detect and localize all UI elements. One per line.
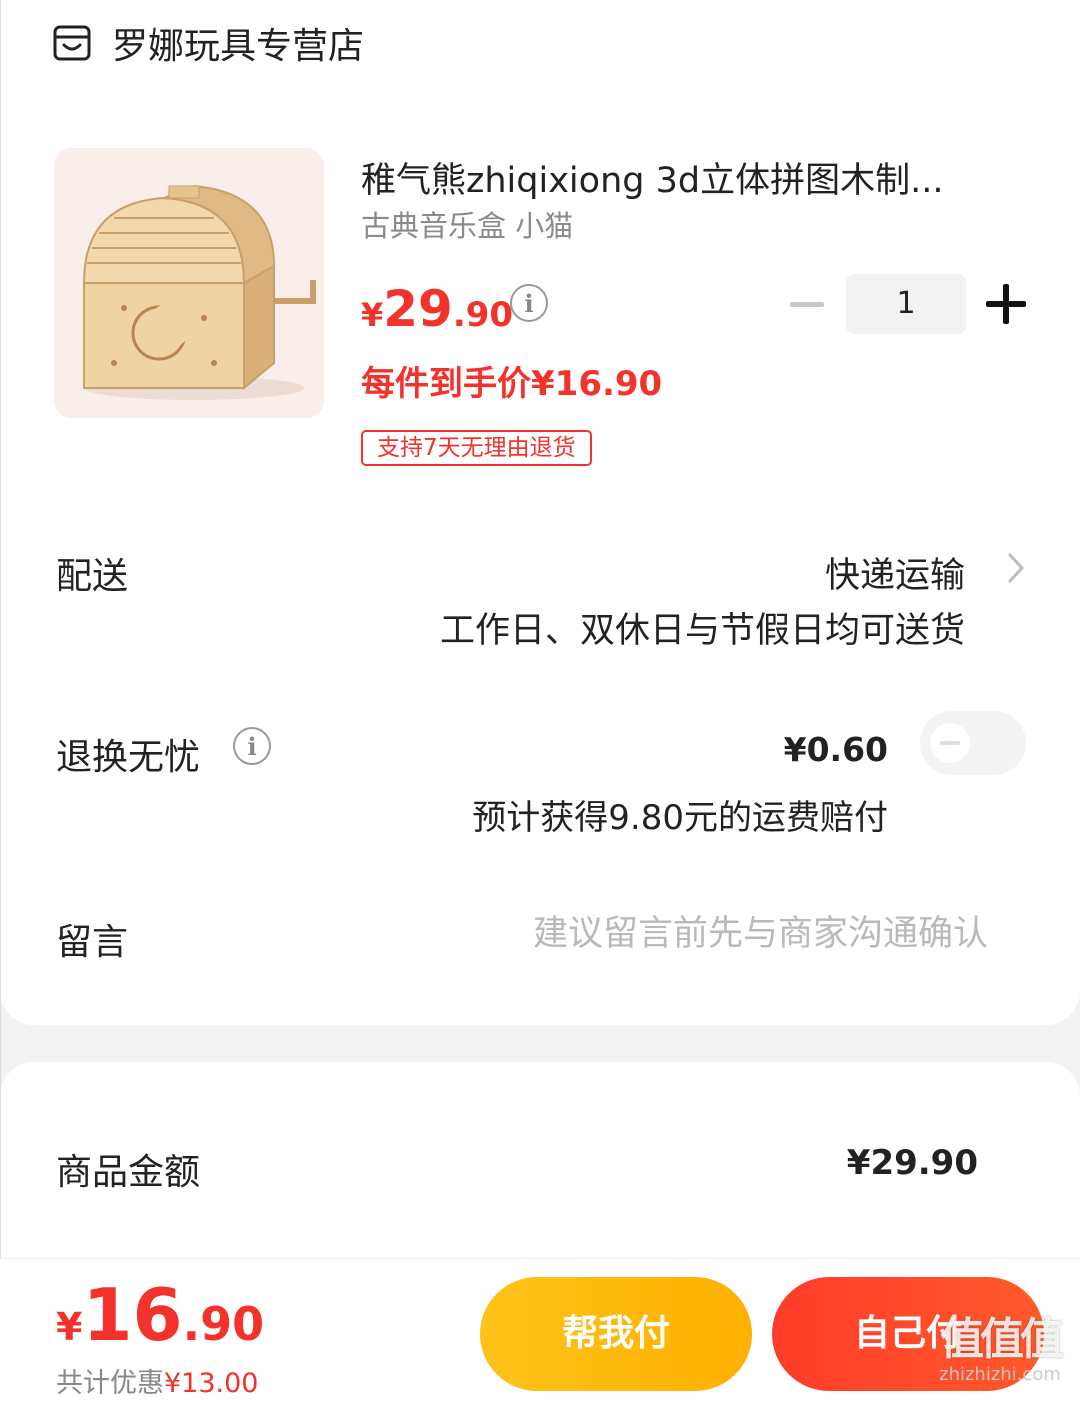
edge-line — [0, 0, 1, 1401]
bottom-bar: ¥ 16 .90 共计优惠¥13.00 帮我付 自己付 — [0, 1258, 1080, 1401]
product-spec[interactable]: 古典音乐盒 小猫 — [361, 203, 573, 245]
store-name: 罗娜玩具专营店 — [112, 26, 365, 67]
store-icon — [53, 25, 91, 61]
chevron-right-icon[interactable] — [1002, 551, 1030, 585]
total-decimal: .90 — [182, 1297, 265, 1351]
return-service-note: 预计获得9.80元的运费赔付 — [472, 798, 888, 838]
price-currency: ¥ — [361, 296, 384, 334]
return-service-price: ¥0.60 — [783, 730, 888, 769]
goods-amount-label: 商品金额 — [56, 1152, 201, 1193]
goods-amount-value: ¥29.90 — [846, 1143, 978, 1183]
help-pay-button[interactable]: 帮我付 — [480, 1277, 752, 1391]
saving-label: 共计优惠 — [56, 1368, 164, 1399]
product-title[interactable]: 稚气熊zhiqixiong 3d立体拼图木制... — [361, 152, 981, 203]
return-info-icon[interactable]: i — [233, 727, 271, 765]
store-header[interactable]: 罗娜玩具专营店 — [52, 18, 364, 68]
total-price: ¥ 16 .90 — [56, 1273, 264, 1357]
toggle-knob — [930, 723, 970, 763]
total-integer: 16 — [82, 1273, 183, 1357]
price-integer: 29 — [383, 280, 453, 338]
watermark-glyph: 值值值 — [940, 1314, 1064, 1365]
delivery-note: 工作日、双休日与节假日均可送货 — [439, 611, 965, 651]
message-input[interactable] — [428, 908, 988, 960]
watermark-logo: 值值值 zhizhizhi.com — [930, 1316, 1070, 1396]
price-decimal: .90 — [452, 295, 514, 335]
final-price: 每件到手价¥16.90 — [361, 364, 663, 404]
watermark-text: zhizhizhi.com — [939, 1364, 1061, 1385]
return-service-toggle[interactable] — [920, 711, 1026, 775]
increase-quantity-button[interactable] — [986, 284, 1026, 324]
product-image[interactable] — [54, 148, 324, 418]
return-policy-tag: 支持7天无理由退货 — [361, 430, 592, 466]
saving-amount: ¥13.00 — [164, 1368, 259, 1399]
decrease-quantity-button[interactable] — [790, 302, 824, 307]
delivery-label: 配送 — [56, 556, 129, 597]
quantity-field[interactable]: 1 — [846, 274, 966, 334]
total-currency: ¥ — [56, 1305, 83, 1349]
delivery-method[interactable]: 快递运输 — [825, 547, 965, 598]
unit-price: ¥ 29 .90 — [361, 280, 513, 338]
message-label: 留言 — [56, 922, 129, 963]
return-service-label: 退换无忧 — [56, 737, 201, 778]
price-info-icon[interactable]: i — [510, 284, 548, 322]
music-box-image — [54, 148, 324, 418]
total-saving: 共计优惠¥13.00 — [56, 1361, 258, 1400]
